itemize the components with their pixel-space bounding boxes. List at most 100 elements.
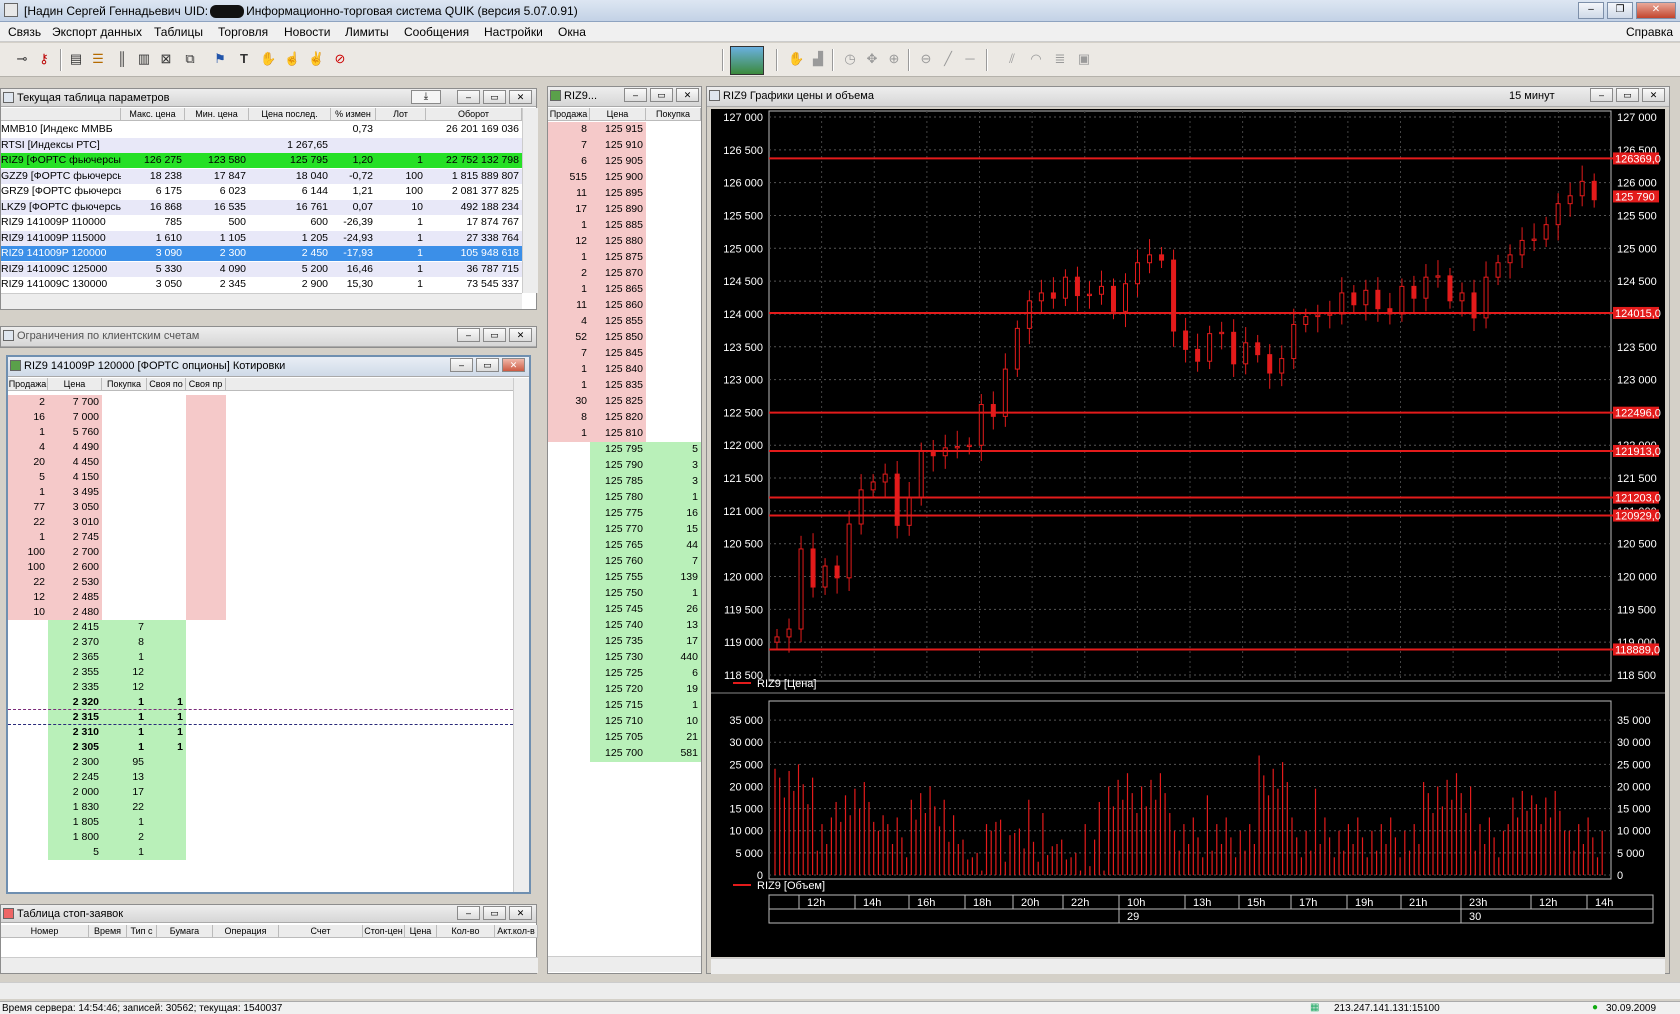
table-row[interactable]: RIZ9 141009P 115000 1 610 1 105 1 205 -24,93… xyxy=(1,230,522,246)
column-header[interactable]: Бумага xyxy=(157,925,213,938)
list-icon[interactable]: ☰ xyxy=(90,51,106,67)
column-header[interactable]: Мин. цена xyxy=(185,108,249,121)
disconnect-icon[interactable]: ⚷ xyxy=(36,51,52,67)
column-header[interactable]: Цена послед. xyxy=(249,108,331,121)
chart-mode-icon[interactable] xyxy=(730,46,764,75)
option-quotes-table[interactable]: Продажа Цена Покупка Своя по Своя пр 2 7 700 16… xyxy=(8,378,513,892)
quote-row[interactable]: 12 745 xyxy=(8,530,513,545)
price-volume-chart[interactable]: 127 000 127 000126 500 126 500126 000 126 0… xyxy=(711,109,1665,957)
line-icon[interactable]: ╱ xyxy=(940,51,956,67)
search-table-icon[interactable]: ⊠ xyxy=(158,51,174,67)
panel-maximize-button[interactable]: ▭ xyxy=(483,90,506,104)
quotes-icon[interactable]: ║ xyxy=(114,51,130,67)
quote-row[interactable]: 44 490 xyxy=(8,440,513,455)
quote-row[interactable]: 2 125 870 xyxy=(548,266,701,282)
quote-row[interactable]: 51 xyxy=(8,845,513,860)
quote-row[interactable]: 125 700 581 xyxy=(548,746,701,762)
quote-row[interactable]: 2 355 12 xyxy=(8,665,513,680)
quote-row[interactable]: 52 125 850 xyxy=(548,330,701,346)
menu-export[interactable]: Экспорт данных xyxy=(52,25,142,39)
panel-maximize-button[interactable]: ▭ xyxy=(650,88,673,102)
maximize-button[interactable]: ❐ xyxy=(1607,2,1633,19)
column-header[interactable]: Номер xyxy=(1,925,89,938)
quote-row[interactable]: 2 415 7 xyxy=(8,620,513,635)
table-row[interactable]: RIZ9 [ФОРТС фьючерсы] 126 275 123 580 125 7… xyxy=(1,153,522,168)
params-vscroll[interactable] xyxy=(522,108,538,293)
panel-minimize-button[interactable]: – xyxy=(457,90,480,104)
column-header[interactable]: Акт.кол-в xyxy=(495,925,538,938)
panel-close-button[interactable]: ✕ xyxy=(509,328,532,342)
panel-close-button[interactable]: ✕ xyxy=(502,358,525,372)
column-header[interactable]: Тип с xyxy=(127,925,157,938)
quote-row[interactable]: 6 125 905 xyxy=(548,154,701,170)
quote-row[interactable]: 1 800 2 xyxy=(8,830,513,845)
params-table[interactable]: Макс. цена Мин. цена Цена послед.% измен Ло… xyxy=(1,108,522,293)
quote-row[interactable]: 27 700 xyxy=(8,395,513,410)
quote-row[interactable]: 125 790 3 xyxy=(548,458,701,474)
panel-maximize-button[interactable]: ▭ xyxy=(483,328,506,342)
quote-row[interactable]: 7 125 845 xyxy=(548,346,701,362)
quote-row[interactable]: 54 150 xyxy=(8,470,513,485)
column-header[interactable]: Своя пр xyxy=(186,378,226,391)
quote-row[interactable]: 10 2 480 xyxy=(8,605,513,620)
quote-row[interactable]: 125 745 26 xyxy=(548,602,701,618)
quote-row[interactable]: 1 125 875 xyxy=(548,250,701,266)
column-header[interactable]: Время xyxy=(89,925,127,938)
quote-row[interactable]: 2 315 1 1 xyxy=(8,710,513,725)
quote-row[interactable]: 125 735 17 xyxy=(548,634,701,650)
panel-close-button[interactable]: ✕ xyxy=(676,88,699,102)
stop-icon[interactable]: ⊘ xyxy=(332,51,348,67)
quote-row[interactable]: 1 830 22 xyxy=(8,800,513,815)
panel-close-button[interactable]: ✕ xyxy=(1642,88,1665,102)
quote-row[interactable]: 125 775 16 xyxy=(548,506,701,522)
quote-row[interactable]: 125 725 6 xyxy=(548,666,701,682)
panel-minimize-button[interactable]: – xyxy=(624,88,647,102)
quote-row[interactable]: 2 245 13 xyxy=(8,770,513,785)
column-header[interactable]: % измен xyxy=(331,108,376,121)
table-row[interactable]: RIZ9 141009P 110000 785 500 600 -26,39 1 17 87… xyxy=(1,215,522,230)
quote-row[interactable]: 125 760 7 xyxy=(548,554,701,570)
table-row[interactable]: MMB10 [Индекс ММВБ 0,73 26 201 169 036 xyxy=(1,122,522,137)
panel-minimize-button[interactable]: – xyxy=(1590,88,1613,102)
table-row[interactable]: GRZ9 [ФОРТС фьючерсы 6 175 6 023 6 144 1,21 1… xyxy=(1,184,522,199)
arc-icon[interactable]: ◠ xyxy=(1028,51,1044,67)
orders-icon[interactable]: ▥ xyxy=(136,51,152,67)
column-header[interactable]: Счет xyxy=(279,925,363,938)
quote-row[interactable]: 16 7 000 xyxy=(8,410,513,425)
quote-row[interactable]: 125 730 440 xyxy=(548,650,701,666)
fibonacci-icon[interactable]: ≣ xyxy=(1052,51,1068,67)
quote-row[interactable]: 125 740 13 xyxy=(548,618,701,634)
quote-row[interactable]: 2 335 12 xyxy=(8,680,513,695)
panel-minimize-button[interactable]: – xyxy=(450,358,473,372)
quote-row[interactable]: 125 780 1 xyxy=(548,490,701,506)
column-header[interactable]: Операция xyxy=(213,925,279,938)
menu-trading[interactable]: Торговля xyxy=(218,25,268,39)
panel-maximize-button[interactable]: ▭ xyxy=(476,358,499,372)
table-row[interactable]: GZZ9 [ФОРТС фьючерсы 18 238 17 847 18 040 -0… xyxy=(1,168,522,184)
column-header[interactable]: Продажа xyxy=(548,108,590,121)
quote-row[interactable]: 1 125 865 xyxy=(548,282,701,298)
panel-maximize-button[interactable]: ▭ xyxy=(483,906,506,920)
riz-hscroll[interactable] xyxy=(548,956,701,972)
hline-icon[interactable]: ─ xyxy=(962,51,978,67)
quote-row[interactable]: 125 715 1 xyxy=(548,698,701,714)
column-header[interactable]: Продажа xyxy=(8,378,48,391)
quote-row[interactable]: 2 320 1 1 xyxy=(8,695,513,710)
chart-hscroll[interactable] xyxy=(711,958,1665,974)
table-row[interactable]: RIZ9 141009C 130000 3 050 2 345 2 900 15,30 1… xyxy=(1,277,522,292)
chart-interval[interactable]: 15 минут xyxy=(1509,90,1555,102)
quote-row[interactable]: 1 125 885 xyxy=(548,218,701,234)
panel-minimize-button[interactable]: – xyxy=(457,906,480,920)
quote-row[interactable]: 8 125 915 xyxy=(548,122,701,138)
table-row[interactable]: RIZ9 141009C 125000 5 330 4 090 5 200 16,46 1… xyxy=(1,261,522,277)
quote-row[interactable]: 30 125 825 xyxy=(548,394,701,410)
quote-row[interactable]: 125 705 21 xyxy=(548,730,701,746)
menu-windows[interactable]: Окна xyxy=(558,25,586,39)
quote-row[interactable]: 12 2 485 xyxy=(8,590,513,605)
cursor-icon[interactable]: ✋ xyxy=(788,51,804,67)
hand-icon[interactable]: ✋ xyxy=(260,51,276,67)
export-icon[interactable]: ⤓ xyxy=(411,90,441,104)
table-row[interactable]: LKZ9 [ФОРТС фьючерсы 16 868 16 535 16 761 0,… xyxy=(1,199,522,215)
minimize-button[interactable]: – xyxy=(1578,2,1604,19)
quote-row[interactable]: 20 4 450 xyxy=(8,455,513,470)
